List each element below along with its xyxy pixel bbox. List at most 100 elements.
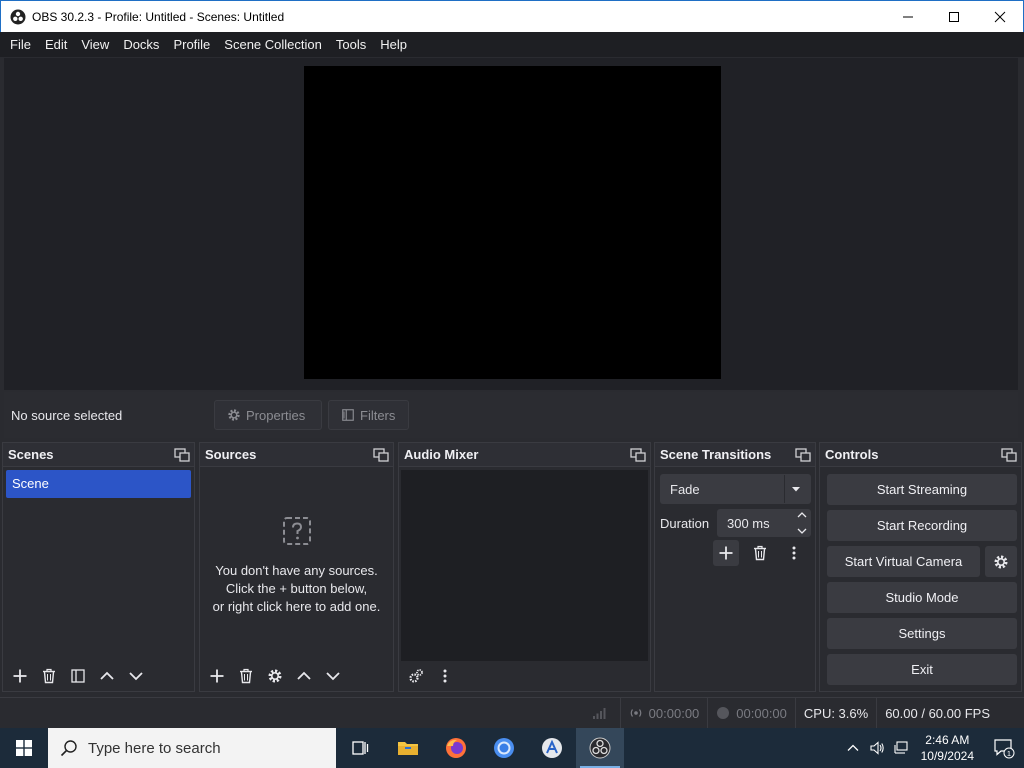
- obs-logo-icon: [10, 9, 26, 24]
- menu-view[interactable]: View: [74, 32, 116, 57]
- search-icon: [60, 740, 77, 757]
- menu-help[interactable]: Help: [373, 32, 414, 57]
- mixer-menu-button[interactable]: [432, 664, 458, 688]
- add-source-button[interactable]: [204, 664, 230, 688]
- sources-empty-state: You don't have any sources. Click the + …: [200, 515, 393, 616]
- scenes-dock: Scenes Scene: [2, 442, 195, 692]
- empty-text-line-3: or right click here to add one.: [212, 599, 381, 614]
- trash-icon: [240, 668, 252, 684]
- controls-dock: Controls Start Streaming Start Recording…: [819, 442, 1022, 692]
- volume-button[interactable]: [865, 728, 889, 768]
- a-letter-icon: [542, 738, 562, 758]
- network-icon: [894, 741, 908, 754]
- menu-profile[interactable]: Profile: [166, 32, 217, 57]
- stream-status: 00:00:00: [619, 697, 708, 729]
- trash-icon: [754, 545, 766, 561]
- empty-text-line-2: Click the + button below,: [225, 581, 368, 596]
- source-list[interactable]: You don't have any sources. Click the + …: [200, 467, 393, 661]
- question-mark-icon: [282, 517, 311, 545]
- transition-select[interactable]: Fade: [660, 474, 811, 504]
- move-scene-up-button[interactable]: [94, 664, 120, 688]
- filters-label: Filters: [360, 407, 396, 423]
- spin-up-icon[interactable]: [797, 510, 807, 520]
- maximize-button[interactable]: [931, 1, 977, 32]
- chevron-up-icon: [297, 671, 311, 680]
- scene-list[interactable]: Scene: [6, 470, 191, 498]
- undock-icon[interactable]: [373, 447, 389, 462]
- menu-scene-collection[interactable]: Scene Collection: [217, 32, 329, 57]
- show-hidden-icons-button[interactable]: [841, 728, 865, 768]
- remove-scene-button[interactable]: [36, 664, 62, 688]
- gear-icon: [268, 669, 282, 683]
- taskbar-clock[interactable]: 2:46 AM 10/9/2024: [913, 732, 984, 764]
- network-button[interactable]: [889, 728, 913, 768]
- preview-area[interactable]: [4, 58, 1018, 390]
- exit-button[interactable]: Exit: [827, 654, 1017, 685]
- undock-icon[interactable]: [630, 447, 646, 462]
- studio-mode-button[interactable]: Studio Mode: [827, 582, 1017, 613]
- remove-source-button[interactable]: [233, 664, 259, 688]
- minimize-button[interactable]: [885, 1, 931, 32]
- source-status-label: No source selected: [11, 407, 123, 423]
- controls-title: Controls: [825, 447, 879, 462]
- maximize-icon: [949, 11, 959, 22]
- audio-mixer-area[interactable]: [401, 470, 648, 661]
- notification-center-button[interactable]: 1: [984, 728, 1024, 768]
- taskbar-search-box[interactable]: Type here to search: [48, 728, 336, 768]
- task-view-button[interactable]: [336, 728, 384, 768]
- menu-docks[interactable]: Docks: [116, 32, 166, 57]
- undock-icon[interactable]: [1001, 447, 1017, 462]
- move-source-down-button[interactable]: [320, 664, 346, 688]
- preview-canvas[interactable]: [304, 66, 721, 379]
- duration-value: 300 ms: [727, 515, 770, 531]
- more-vertical-icon: [792, 546, 796, 560]
- record-status: 00:00:00: [707, 697, 795, 729]
- duration-spinbox[interactable]: 300 ms: [717, 509, 811, 537]
- notification-count: 1: [1007, 749, 1011, 758]
- filter-icon: [71, 669, 85, 683]
- undock-icon[interactable]: [174, 447, 190, 462]
- advanced-audio-properties-button[interactable]: [403, 664, 429, 688]
- start-recording-button[interactable]: Start Recording: [827, 510, 1017, 541]
- add-transition-button[interactable]: [713, 540, 739, 566]
- app-installer-button[interactable]: [528, 728, 576, 768]
- speaker-icon: [870, 741, 884, 755]
- start-button[interactable]: [0, 728, 48, 768]
- chevron-down-icon: [326, 672, 340, 681]
- firefox-button[interactable]: [432, 728, 480, 768]
- scene-item[interactable]: Scene: [6, 470, 191, 498]
- notification-icon: 1: [994, 739, 1015, 759]
- clock-date: 10/9/2024: [920, 749, 974, 763]
- move-source-up-button[interactable]: [291, 664, 317, 688]
- move-scene-down-button[interactable]: [123, 664, 149, 688]
- properties-button[interactable]: Properties: [214, 400, 322, 430]
- virtual-camera-config-button[interactable]: [985, 546, 1017, 577]
- chrome-button[interactable]: [480, 728, 528, 768]
- chevron-down-icon: [129, 672, 143, 681]
- obs-taskbar-button[interactable]: [576, 728, 624, 768]
- spin-down-icon[interactable]: [797, 526, 807, 536]
- stream-time: 00:00:00: [648, 705, 700, 721]
- gear-icon: [228, 409, 240, 421]
- menu-tools[interactable]: Tools: [329, 32, 373, 57]
- close-button[interactable]: [977, 1, 1023, 32]
- menu-file[interactable]: File: [3, 32, 38, 57]
- remove-transition-button[interactable]: [747, 540, 773, 566]
- firefox-icon: [446, 738, 466, 758]
- source-properties-button[interactable]: [262, 664, 288, 688]
- start-streaming-button[interactable]: Start Streaming: [827, 474, 1017, 505]
- start-virtual-camera-button[interactable]: Start Virtual Camera: [827, 546, 980, 577]
- settings-button[interactable]: Settings: [827, 618, 1017, 649]
- scene-filters-button[interactable]: [65, 664, 91, 688]
- transition-properties-button[interactable]: [781, 540, 807, 566]
- menu-edit[interactable]: Edit: [38, 32, 74, 57]
- fps-display: 60.00 / 60.00 FPS: [876, 697, 998, 729]
- cpu-usage: CPU: 3.6%: [794, 697, 876, 729]
- file-explorer-button[interactable]: [384, 728, 432, 768]
- status-bar: 00:00:00 00:00:00 CPU: 3.6% 60.00 / 60.0…: [0, 697, 1024, 729]
- record-time: 00:00:00: [736, 705, 787, 721]
- audio-mixer-title: Audio Mixer: [404, 447, 479, 462]
- add-scene-button[interactable]: [7, 664, 33, 688]
- undock-icon[interactable]: [795, 447, 811, 462]
- filters-button[interactable]: Filters: [328, 400, 409, 430]
